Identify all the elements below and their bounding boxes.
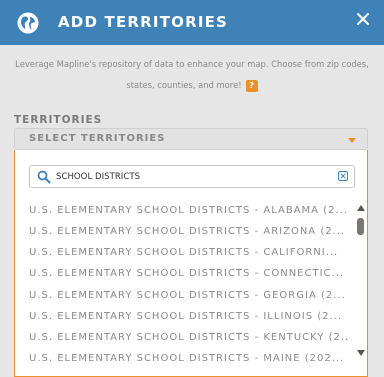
dialog-header: ADD TERRITORIES [0,0,384,45]
info-line-2: states, counties, and more! [126,80,242,90]
list-item[interactable]: U.S. ELEMENTARY SCHOOL DISTRICTS - ARIZO… [29,226,349,247]
list-item[interactable]: U.S. ELEMENTARY SCHOOL DISTRICTS - ALABA… [29,205,349,226]
scrollbar[interactable] [355,201,367,361]
help-icon[interactable]: ? [245,79,258,92]
scroll-up-icon[interactable] [357,205,365,211]
search-box [29,165,355,188]
list-item[interactable]: U.S. ELEMENTARY SCHOOL DISTRICTS - MAINE… [29,353,349,374]
search-input[interactable] [56,168,326,185]
list-item[interactable]: U.S. ELEMENTARY SCHOOL DISTRICTS - CONNE… [29,268,349,289]
info-line-1: Leverage Mapline's repository of data to… [15,59,369,69]
list-item[interactable]: U.S. ELEMENTARY SCHOOL DISTRICTS - GEORG… [29,290,349,311]
territories-label: TERRITORIES [14,114,103,126]
globe-icon [17,12,39,34]
territories-select[interactable]: SELECT TERRITORIES [14,128,368,150]
dialog-title: ADD TERRITORIES [58,13,229,31]
territories-dropdown: U.S. ELEMENTARY SCHOOL DISTRICTS - ALABA… [14,150,368,377]
scroll-thumb[interactable] [357,218,364,235]
list-item[interactable]: U.S. ELEMENTARY SCHOOL DISTRICTS - KENTU… [29,332,349,353]
clear-icon[interactable] [338,171,348,181]
options-list: U.S. ELEMENTARY SCHOOL DISTRICTS - ALABA… [15,201,355,376]
info-banner: Leverage Mapline's repository of data to… [0,45,384,97]
scroll-down-icon[interactable] [357,350,365,356]
list-item[interactable]: U.S. ELEMENTARY SCHOOL DISTRICTS - ILLIN… [29,311,349,332]
caret-down-icon [348,138,356,143]
list-item[interactable]: U.S. ELEMENTARY SCHOOL DISTRICTS - CALIF… [29,247,349,268]
info-text: Leverage Mapline's repository of data to… [6,54,378,96]
select-placeholder: SELECT TERRITORIES [29,133,166,144]
close-icon[interactable] [356,12,370,26]
search-icon [37,170,51,184]
